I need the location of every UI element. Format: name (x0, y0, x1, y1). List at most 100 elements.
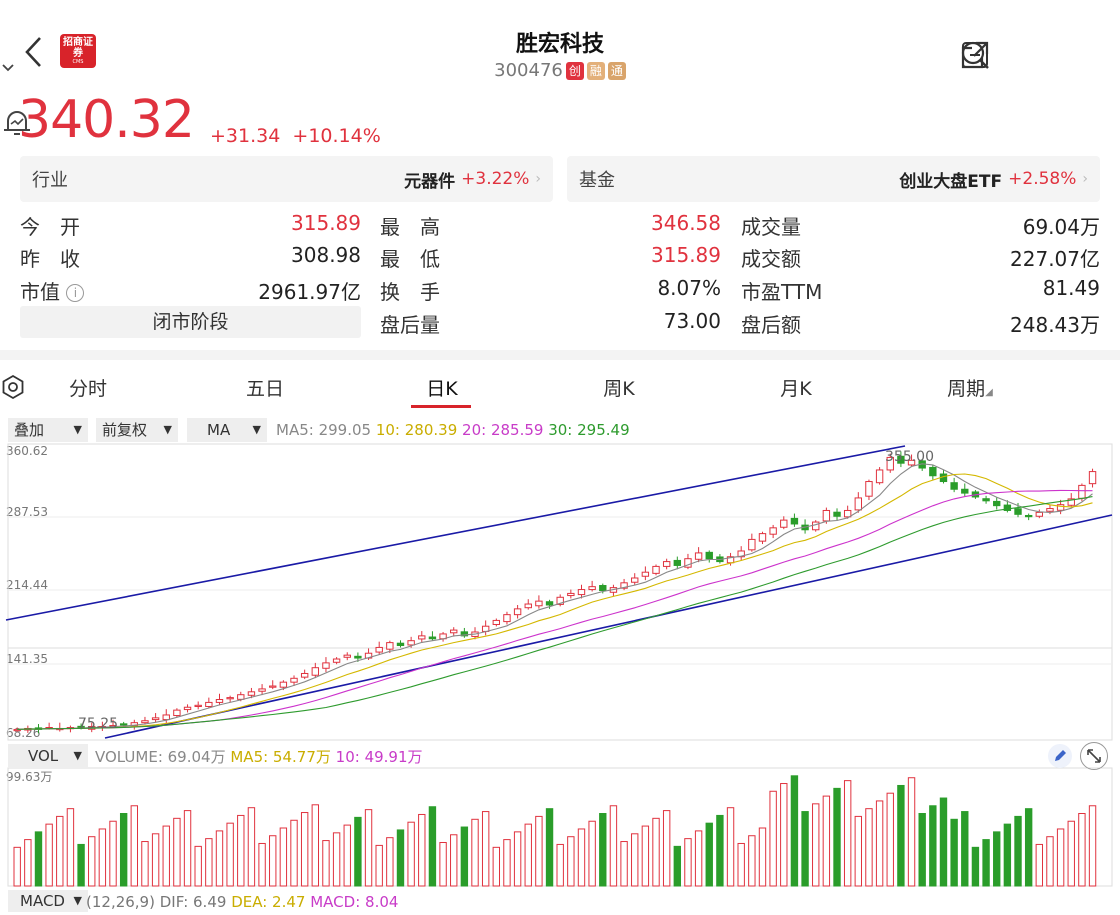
candle-body (311, 667, 320, 676)
volume-bar (237, 814, 245, 887)
candle-body (300, 672, 309, 678)
volume-bar (950, 818, 958, 887)
candle-body (173, 709, 181, 717)
volume-bar (556, 843, 564, 887)
candle-body (1035, 511, 1044, 517)
volume-bar (982, 839, 990, 887)
volume-bar (652, 817, 660, 887)
volume-bar (843, 780, 852, 887)
volume-bar (471, 818, 479, 887)
volume-bar (545, 808, 554, 887)
volume-bar (609, 805, 618, 887)
candle-body (269, 685, 277, 688)
candle-body (524, 603, 532, 609)
candle-body (151, 717, 160, 721)
candle-body (790, 517, 799, 525)
candle-body (758, 533, 767, 542)
ma5-line (17, 463, 1093, 730)
volume-bar (1078, 813, 1086, 887)
candle-body (1046, 508, 1054, 512)
volume-bar (939, 797, 948, 887)
ma10-line (17, 473, 1093, 730)
volume-bar (503, 839, 511, 887)
candle-body (577, 589, 586, 596)
volume-bar (705, 822, 713, 887)
volume-bar (322, 840, 330, 887)
volume-bar (907, 777, 916, 887)
volume-bar (98, 828, 107, 887)
candle-body (982, 498, 990, 502)
volume-bar (311, 804, 320, 887)
candle-body (258, 688, 266, 692)
volume-bar (119, 813, 128, 887)
macd-legend: (12,26,9) DIF: 6.49 DEA: 2.47 MACD: 8.04 (86, 893, 398, 911)
pencil-icon[interactable] (1048, 744, 1072, 768)
candle-body (769, 527, 777, 535)
candle-body (662, 561, 671, 567)
candle-body (833, 511, 841, 517)
candle-body (1078, 484, 1086, 499)
volume-bar (247, 807, 256, 887)
candle-body (652, 565, 660, 574)
volume-bar (1056, 828, 1065, 887)
volume-bar (364, 809, 373, 887)
volume-bar (833, 787, 841, 887)
ma30-line (17, 496, 1093, 730)
candle-body (141, 720, 149, 724)
candle-body (567, 592, 575, 597)
kline-chart[interactable] (0, 0, 1120, 915)
volume-bar (716, 814, 724, 887)
volume-bar (737, 842, 745, 887)
candle-body (631, 577, 639, 583)
volume-indicator-select[interactable]: VOL ▼ (8, 744, 88, 768)
macd-indicator-select[interactable]: MACD ▼ (8, 890, 88, 912)
volume-bar (812, 803, 820, 887)
volume-bar (971, 846, 980, 887)
volume-bar (1067, 820, 1075, 887)
volume-bar (77, 843, 85, 887)
candle-body (854, 497, 863, 511)
candle-body (428, 636, 437, 640)
volume-bar (439, 842, 447, 887)
candle-body (694, 552, 703, 560)
volume-bar (343, 824, 351, 887)
volume-bar (1014, 815, 1022, 887)
candle-body (386, 642, 394, 650)
volume-bar (875, 800, 884, 887)
expand-icon[interactable] (1080, 742, 1108, 770)
volume-bar (450, 834, 458, 887)
high-marker: 355.00 (885, 449, 934, 465)
volume-bar (535, 815, 543, 887)
candle-body (194, 704, 202, 708)
candle-body (407, 640, 415, 646)
candle-body (1088, 471, 1097, 485)
volume-bar (279, 827, 288, 887)
candle-body (599, 585, 607, 592)
candle-body (748, 538, 756, 551)
macd-dea: DEA: 2.47 (231, 893, 306, 911)
candle-body (865, 481, 873, 497)
volume-bar (354, 816, 362, 887)
volume-bar (726, 807, 735, 887)
volume-bar (588, 820, 596, 887)
candle-body (332, 658, 341, 663)
volume-bar (492, 846, 501, 887)
volume-bar (290, 819, 298, 887)
volume-bar (748, 835, 756, 887)
volume-bar (88, 836, 96, 887)
volume-bar (524, 823, 532, 887)
volume-bar (205, 838, 213, 887)
volume-bar (780, 783, 788, 887)
lower-trend-line (104, 514, 1113, 739)
volume-bar (418, 813, 426, 887)
volume-bar (758, 827, 767, 887)
volume-bar (865, 808, 873, 887)
volume-bar (460, 826, 469, 887)
volume-bar (513, 831, 522, 887)
volume-bar (1024, 808, 1033, 887)
candle-body (535, 600, 543, 607)
volume-bar (620, 841, 628, 887)
volume-ma5: MA5: 54.77万 (230, 748, 331, 766)
macd-dif: DIF: 6.49 (159, 893, 227, 911)
volume-bar (45, 823, 53, 887)
